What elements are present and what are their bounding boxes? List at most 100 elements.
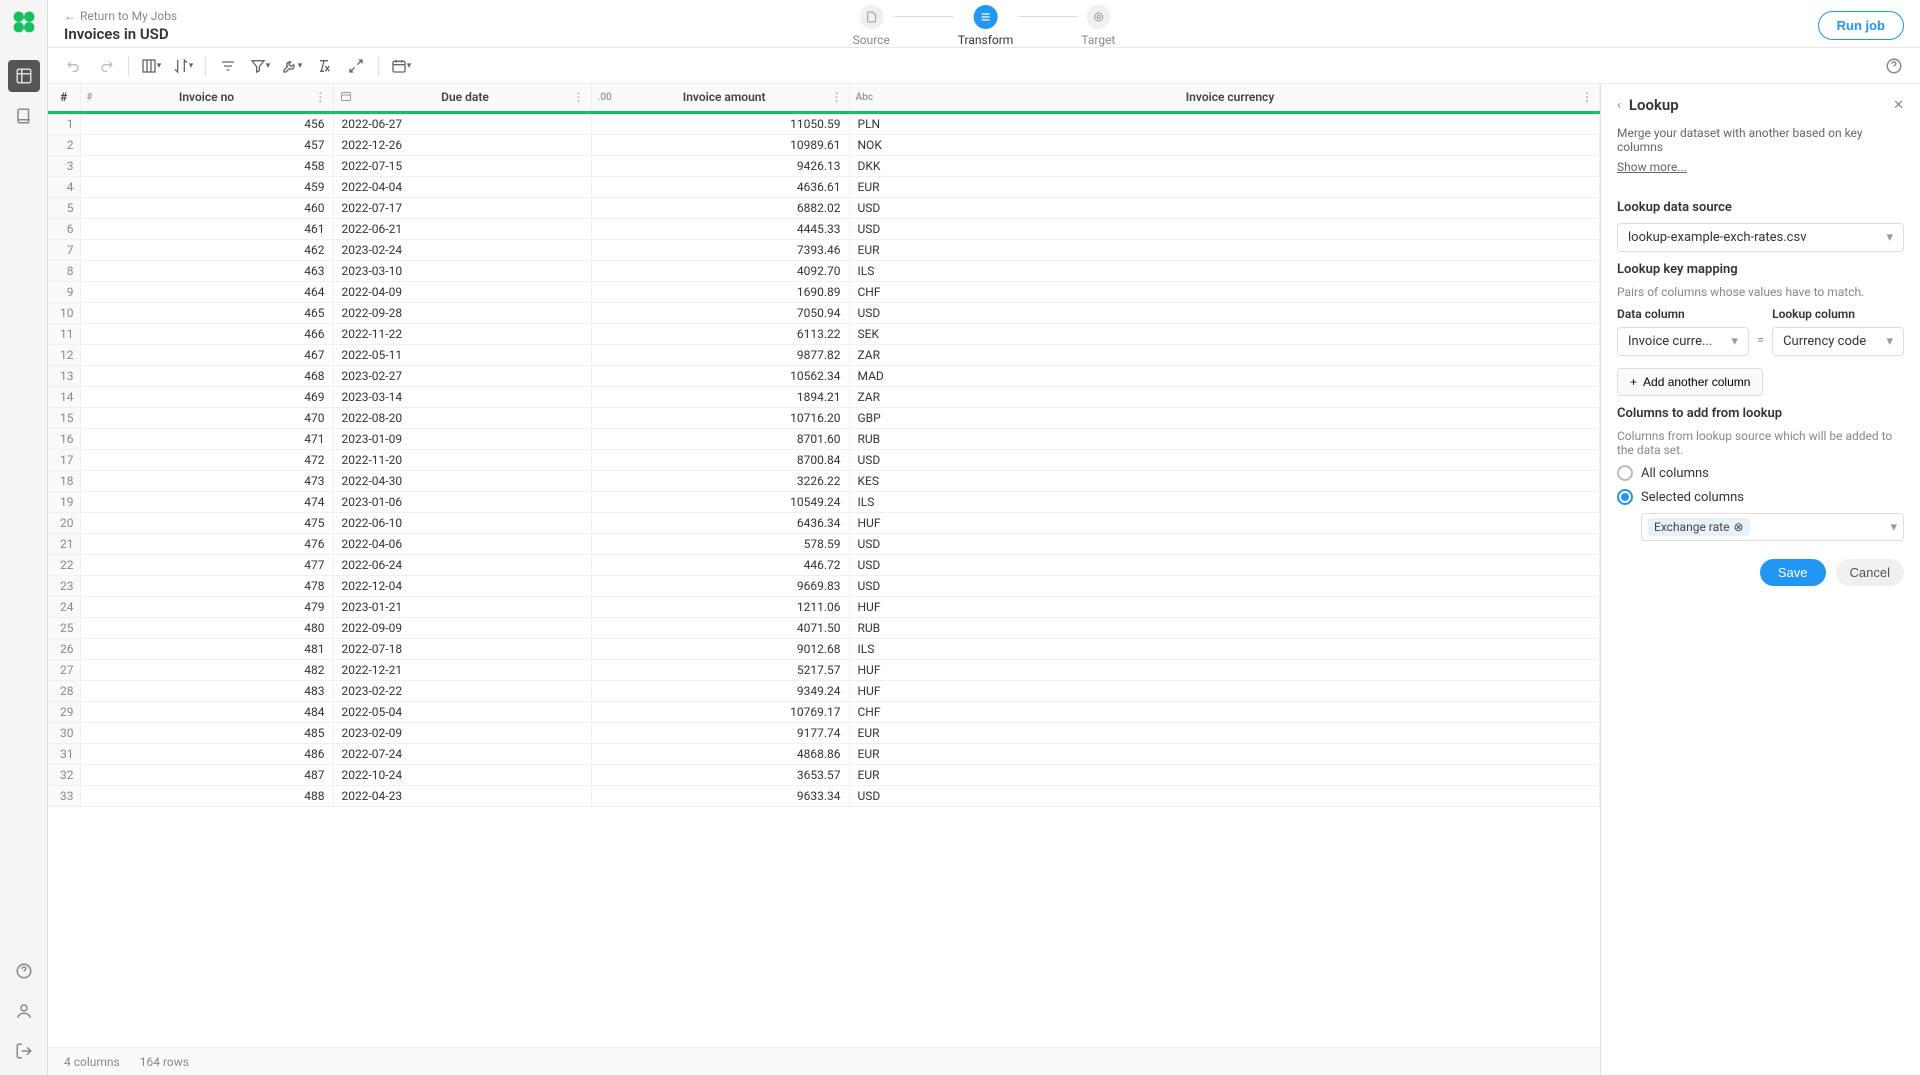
cell-due-date[interactable]: 2022-06-10 bbox=[333, 512, 591, 533]
table-row[interactable]: 304852023-02-099177.74EUR bbox=[48, 722, 1600, 743]
column-header-invoice-amount[interactable]: .00Invoice amount⋮ bbox=[591, 84, 849, 112]
cell-invoice-no[interactable]: 466 bbox=[80, 323, 333, 344]
cell-invoice-currency[interactable]: KES bbox=[849, 470, 1600, 491]
table-row[interactable]: 184732022-04-303226.22KES bbox=[48, 470, 1600, 491]
date-icon[interactable]: ▾ bbox=[387, 52, 415, 80]
table-row[interactable]: 284832023-02-229349.24HUF bbox=[48, 680, 1600, 701]
cell-due-date[interactable]: 2022-09-09 bbox=[333, 617, 591, 638]
logout-icon[interactable] bbox=[8, 1035, 40, 1067]
column-menu-icon[interactable]: ⋮ bbox=[1581, 90, 1593, 104]
show-more-link[interactable]: Show more... bbox=[1617, 160, 1687, 174]
cell-invoice-amount[interactable]: 7393.46 bbox=[591, 239, 849, 260]
cell-invoice-amount[interactable]: 4636.61 bbox=[591, 176, 849, 197]
sort-icon[interactable]: ▾ bbox=[169, 52, 197, 80]
column-menu-icon[interactable]: ⋮ bbox=[573, 90, 585, 104]
cell-invoice-currency[interactable]: USD bbox=[849, 302, 1600, 323]
cell-invoice-currency[interactable]: CHF bbox=[849, 701, 1600, 722]
back-link[interactable]: ← Return to My Jobs bbox=[64, 9, 364, 23]
cell-invoice-amount[interactable]: 4868.86 bbox=[591, 743, 849, 764]
cell-invoice-currency[interactable]: USD bbox=[849, 197, 1600, 218]
cell-invoice-no[interactable]: 483 bbox=[80, 680, 333, 701]
column-header-invoice-currency[interactable]: AbcInvoice currency⋮ bbox=[849, 84, 1600, 112]
cell-invoice-amount[interactable]: 10716.20 bbox=[591, 407, 849, 428]
cell-invoice-currency[interactable]: ZAR bbox=[849, 386, 1600, 407]
table-row[interactable]: 224772022-06-24446.72USD bbox=[48, 554, 1600, 575]
cell-invoice-no[interactable]: 457 bbox=[80, 134, 333, 155]
table-row[interactable]: 164712023-01-098701.60RUB bbox=[48, 428, 1600, 449]
cell-invoice-currency[interactable]: EUR bbox=[849, 722, 1600, 743]
filter-icon[interactable]: ▾ bbox=[246, 52, 274, 80]
cell-invoice-amount[interactable]: 1894.21 bbox=[591, 386, 849, 407]
cell-invoice-no[interactable]: 480 bbox=[80, 617, 333, 638]
table-row[interactable]: 74622023-02-247393.46EUR bbox=[48, 239, 1600, 260]
cell-due-date[interactable]: 2023-01-06 bbox=[333, 491, 591, 512]
cell-invoice-amount[interactable]: 9177.74 bbox=[591, 722, 849, 743]
cell-invoice-no[interactable]: 481 bbox=[80, 638, 333, 659]
cell-invoice-no[interactable]: 473 bbox=[80, 470, 333, 491]
cell-invoice-amount[interactable]: 5217.57 bbox=[591, 659, 849, 680]
cell-invoice-no[interactable]: 486 bbox=[80, 743, 333, 764]
cell-invoice-currency[interactable]: HUF bbox=[849, 596, 1600, 617]
lookup-source-select[interactable]: lookup-example-exch-rates.csv ▾ bbox=[1617, 223, 1904, 252]
cell-invoice-no[interactable]: 463 bbox=[80, 260, 333, 281]
cell-invoice-no[interactable]: 462 bbox=[80, 239, 333, 260]
cell-invoice-currency[interactable]: CHF bbox=[849, 281, 1600, 302]
cell-due-date[interactable]: 2022-11-20 bbox=[333, 449, 591, 470]
merge-icon[interactable] bbox=[342, 52, 370, 80]
cell-due-date[interactable]: 2022-09-28 bbox=[333, 302, 591, 323]
help-icon[interactable] bbox=[8, 955, 40, 987]
cell-invoice-no[interactable]: 487 bbox=[80, 764, 333, 785]
cell-due-date[interactable]: 2022-04-30 bbox=[333, 470, 591, 491]
cell-invoice-no[interactable]: 472 bbox=[80, 449, 333, 470]
table-row[interactable]: 134682023-02-2710562.34MAD bbox=[48, 365, 1600, 386]
table-row[interactable]: 274822022-12-215217.57HUF bbox=[48, 659, 1600, 680]
cell-invoice-amount[interactable]: 10549.24 bbox=[591, 491, 849, 512]
cell-invoice-currency[interactable]: NOK bbox=[849, 134, 1600, 155]
cell-due-date[interactable]: 2023-01-21 bbox=[333, 596, 591, 617]
cell-due-date[interactable]: 2023-03-10 bbox=[333, 260, 591, 281]
data-grid[interactable]: # #Invoice no⋮ Due date⋮ .00Invoice amou… bbox=[48, 84, 1600, 1047]
table-row[interactable]: 174722022-11-208700.84USD bbox=[48, 449, 1600, 470]
cell-due-date[interactable]: 2022-04-04 bbox=[333, 176, 591, 197]
table-row[interactable]: 64612022-06-214445.33USD bbox=[48, 218, 1600, 239]
cell-invoice-currency[interactable]: USD bbox=[849, 218, 1600, 239]
cell-invoice-no[interactable]: 482 bbox=[80, 659, 333, 680]
lookup-column-select[interactable]: Currency code ▾ bbox=[1772, 327, 1904, 356]
cell-invoice-no[interactable]: 459 bbox=[80, 176, 333, 197]
pipeline-transform[interactable]: Transform bbox=[958, 5, 1014, 47]
cell-due-date[interactable]: 2023-02-09 bbox=[333, 722, 591, 743]
cell-invoice-amount[interactable]: 8700.84 bbox=[591, 449, 849, 470]
tools-icon[interactable]: ▾ bbox=[278, 52, 306, 80]
cancel-button[interactable]: Cancel bbox=[1836, 559, 1904, 586]
cell-invoice-amount[interactable]: 6113.22 bbox=[591, 323, 849, 344]
table-row[interactable]: 234782022-12-049669.83USD bbox=[48, 575, 1600, 596]
save-button[interactable]: Save bbox=[1760, 559, 1826, 586]
cell-due-date[interactable]: 2022-05-04 bbox=[333, 701, 591, 722]
cell-invoice-amount[interactable]: 7050.94 bbox=[591, 302, 849, 323]
cell-invoice-currency[interactable]: HUF bbox=[849, 512, 1600, 533]
table-row[interactable]: 14562022-06-2711050.59PLN bbox=[48, 112, 1600, 134]
cell-invoice-currency[interactable]: ILS bbox=[849, 638, 1600, 659]
cell-invoice-currency[interactable]: MAD bbox=[849, 365, 1600, 386]
table-row[interactable]: 244792023-01-211211.06HUF bbox=[48, 596, 1600, 617]
columns-icon[interactable]: ▾ bbox=[137, 52, 165, 80]
cell-invoice-amount[interactable]: 9877.82 bbox=[591, 344, 849, 365]
nav-book-icon[interactable] bbox=[8, 100, 40, 132]
cell-due-date[interactable]: 2022-07-15 bbox=[333, 155, 591, 176]
cell-invoice-no[interactable]: 474 bbox=[80, 491, 333, 512]
cell-invoice-currency[interactable]: PLN bbox=[849, 112, 1600, 134]
column-menu-icon[interactable]: ⋮ bbox=[831, 90, 843, 104]
table-row[interactable]: 34582022-07-159426.13DKK bbox=[48, 155, 1600, 176]
cell-invoice-amount[interactable]: 1211.06 bbox=[591, 596, 849, 617]
cell-due-date[interactable]: 2023-02-24 bbox=[333, 239, 591, 260]
table-row[interactable]: 54602022-07-176882.02USD bbox=[48, 197, 1600, 218]
table-row[interactable]: 204752022-06-106436.34HUF bbox=[48, 512, 1600, 533]
cell-due-date[interactable]: 2023-02-27 bbox=[333, 365, 591, 386]
cell-invoice-amount[interactable]: 9633.34 bbox=[591, 785, 849, 806]
cell-invoice-no[interactable]: 464 bbox=[80, 281, 333, 302]
cell-invoice-amount[interactable]: 4445.33 bbox=[591, 218, 849, 239]
cell-invoice-no[interactable]: 484 bbox=[80, 701, 333, 722]
cell-invoice-amount[interactable]: 9012.68 bbox=[591, 638, 849, 659]
table-row[interactable]: 94642022-04-091690.89CHF bbox=[48, 281, 1600, 302]
cell-invoice-no[interactable]: 465 bbox=[80, 302, 333, 323]
